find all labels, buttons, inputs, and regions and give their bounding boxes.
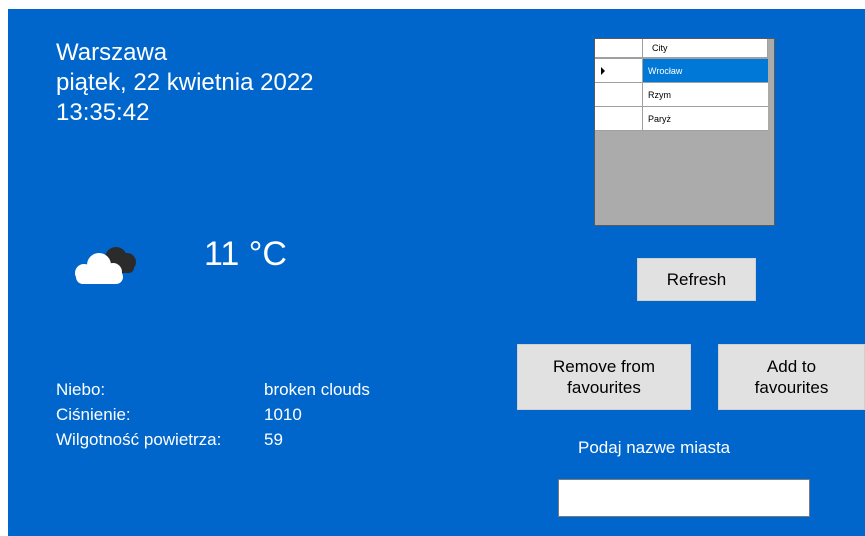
row-header[interactable] xyxy=(595,107,643,131)
sky-value: broken clouds xyxy=(264,380,370,399)
remove-from-favourites-button[interactable]: Remove from favourites xyxy=(517,344,691,410)
row-header[interactable] xyxy=(595,83,643,107)
temperature: 11 °C xyxy=(204,235,287,273)
humidity-label: Wilgotność powietrza: xyxy=(56,430,222,449)
pressure-label: Ciśnienie: xyxy=(56,405,131,424)
add-to-favourites-button[interactable]: Add to favourites xyxy=(718,344,865,410)
favourites-grid[interactable]: City Wrocław Rzym Paryż xyxy=(594,38,775,226)
pressure-value: 1010 xyxy=(264,405,302,424)
grid-row[interactable]: Wrocław xyxy=(595,59,768,83)
grid-row[interactable]: Rzym xyxy=(595,83,768,107)
grid-cell-city[interactable]: Paryż xyxy=(643,107,768,131)
city-name-input[interactable] xyxy=(558,479,810,517)
grid-cell-city[interactable]: Wrocław xyxy=(643,59,768,83)
grid-header-row: City xyxy=(595,39,768,59)
grid-corner-header[interactable] xyxy=(595,39,643,58)
refresh-button[interactable]: Refresh xyxy=(637,258,756,301)
grid-cell-city[interactable]: Rzym xyxy=(643,83,768,107)
column-header-city[interactable]: City xyxy=(643,39,768,58)
current-date: piątek, 22 kwietnia 2022 xyxy=(56,69,314,96)
current-row-arrow-icon xyxy=(601,67,605,75)
sky-label: Niebo: xyxy=(56,380,106,399)
current-time: 13:35:42 xyxy=(56,99,150,126)
city-name: Warszawa xyxy=(56,39,168,66)
city-input-label: Podaj nazwe miasta xyxy=(578,438,731,457)
weather-app-window: Warszawa piątek, 22 kwietnia 2022 13:35:… xyxy=(8,9,865,536)
grid-row[interactable]: Paryż xyxy=(595,107,768,131)
row-header[interactable] xyxy=(595,59,643,83)
broken-clouds-icon xyxy=(75,247,136,284)
humidity-value: 59 xyxy=(264,430,283,449)
